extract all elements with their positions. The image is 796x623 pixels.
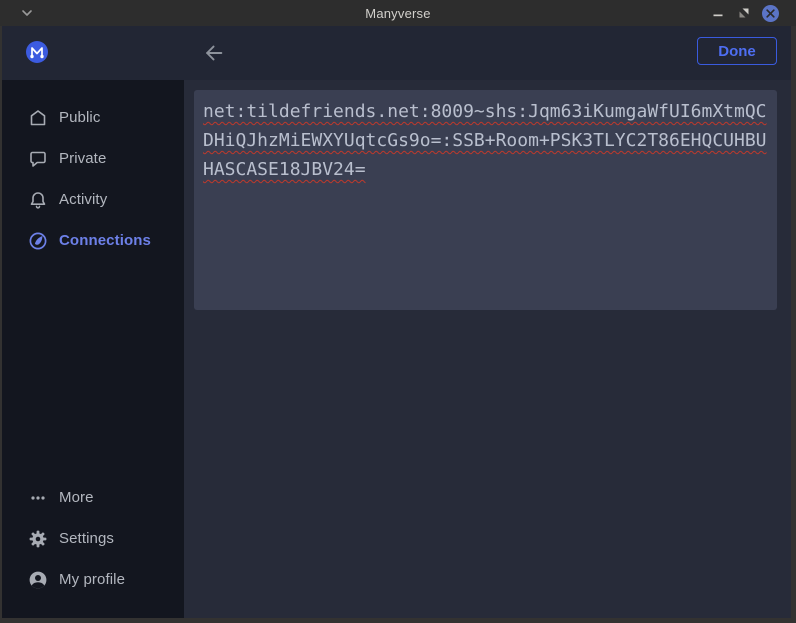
sidebar-item-settings[interactable]: Settings (2, 518, 184, 559)
sidebar-item-label: Connections (59, 232, 151, 249)
sidebar-item-label: Private (59, 150, 106, 167)
close-icon (762, 5, 779, 22)
sidebar-item-public[interactable]: Public (2, 97, 184, 138)
main-panel: net:tildefriends.net:8009~shs:Jqm63iKumg… (184, 80, 791, 618)
invite-input-value: net:tildefriends.net:8009~shs:Jqm63iKumg… (203, 97, 768, 184)
done-button[interactable]: Done (697, 37, 777, 65)
sidebar-item-label: Public (59, 109, 100, 126)
back-button[interactable] (201, 41, 227, 65)
sidebar-item-my-profile[interactable]: My profile (2, 559, 184, 600)
sidebar-item-label: My profile (59, 571, 125, 588)
restore-icon (739, 8, 749, 18)
arrow-left-icon (203, 43, 225, 63)
sidebar-item-label: Settings (59, 530, 114, 547)
sidebar-item-activity[interactable]: Activity (2, 179, 184, 220)
close-button[interactable] (758, 1, 782, 25)
window-controls (706, 1, 782, 25)
manyverse-app: Done Public Private Activity (2, 26, 791, 618)
profile-icon (28, 570, 48, 590)
connections-icon (28, 231, 48, 251)
sidebar-item-more[interactable]: More (2, 477, 184, 518)
sidebar: Public Private Activity Connections (2, 80, 184, 618)
hat-icon (28, 108, 48, 128)
sidebar-item-connections[interactable]: Connections (2, 220, 184, 261)
sidebar-spacer (2, 261, 184, 477)
minimize-button[interactable] (706, 1, 730, 25)
minimize-icon (713, 8, 723, 18)
bell-icon (28, 190, 48, 210)
sidebar-item-label: Activity (59, 191, 107, 208)
app-content: Public Private Activity Connections (2, 80, 791, 618)
restore-button[interactable] (732, 1, 756, 25)
sidebar-item-label: More (59, 489, 94, 506)
app-topbar: Done (2, 26, 791, 80)
gear-icon (28, 529, 48, 549)
invite-input[interactable]: net:tildefriends.net:8009~shs:Jqm63iKumg… (194, 90, 777, 310)
speech-bubble-icon (28, 149, 48, 169)
logo-m-icon (26, 41, 48, 63)
sidebar-item-private[interactable]: Private (2, 138, 184, 179)
window-title: Manyverse (0, 6, 796, 21)
sidebar-bottom-group: More (2, 477, 184, 618)
ellipsis-icon (28, 488, 48, 508)
window-titlebar: Manyverse (0, 0, 796, 26)
manyverse-logo (26, 41, 48, 63)
